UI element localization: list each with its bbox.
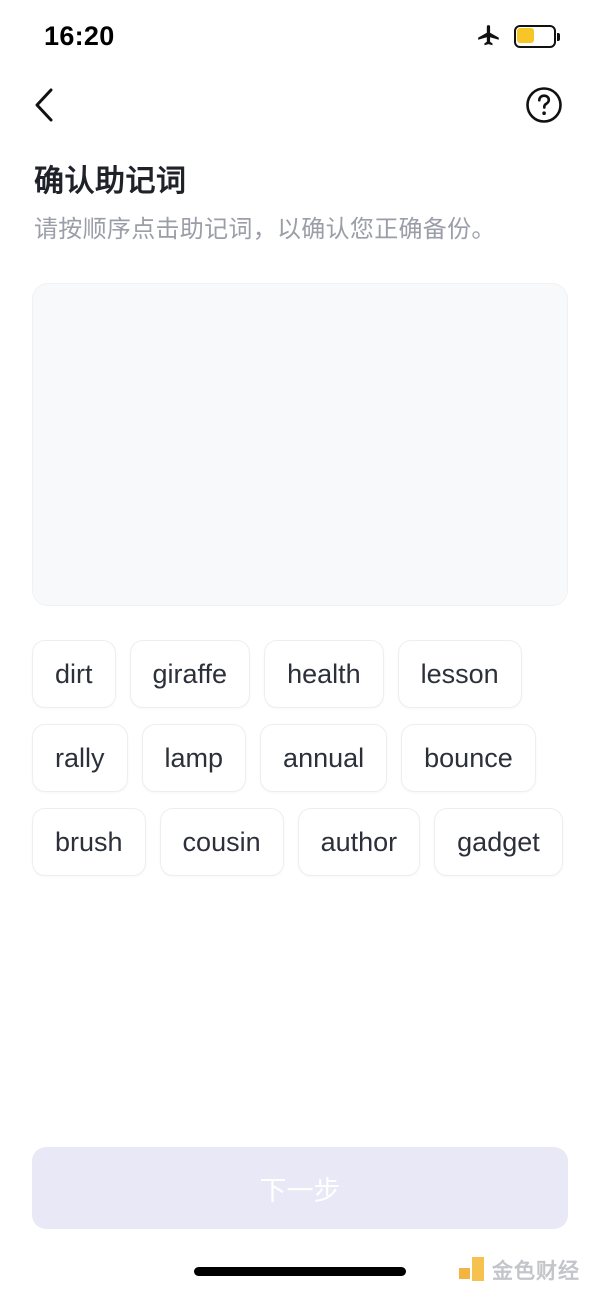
help-button[interactable] bbox=[522, 83, 566, 127]
header-block: 确认助记词 请按顺序点击助记词，以确认您正确备份。 bbox=[0, 138, 600, 245]
watermark-square-small bbox=[459, 1268, 470, 1279]
word-chip[interactable]: dirt bbox=[32, 640, 116, 709]
word-chip[interactable]: giraffe bbox=[129, 640, 251, 709]
status-bar-indicators bbox=[476, 23, 560, 49]
airplane-mode-icon bbox=[478, 25, 499, 46]
word-chip[interactable]: health bbox=[264, 640, 384, 709]
status-bar-time: 16:20 bbox=[44, 20, 115, 51]
word-chip[interactable]: brush bbox=[32, 808, 146, 877]
back-button[interactable] bbox=[22, 83, 66, 127]
word-chip[interactable]: cousin bbox=[159, 808, 284, 877]
word-chip[interactable]: author bbox=[297, 808, 421, 877]
app-screen: 16:20 确认助记词 请按顺序点击助记词，以确认您正确备份。 dirt gir… bbox=[0, 0, 600, 1299]
page-title: 确认助记词 bbox=[34, 165, 187, 198]
chevron-left-icon bbox=[35, 88, 53, 122]
bottom-bar: 金色财经 bbox=[0, 1253, 600, 1299]
word-chip[interactable]: lamp bbox=[141, 724, 247, 793]
word-chip[interactable]: bounce bbox=[401, 724, 536, 793]
watermark-text: 金色财经 bbox=[492, 1260, 580, 1283]
word-chip[interactable]: annual bbox=[260, 724, 388, 793]
page-subtitle: 请按顺序点击助记词，以确认您正确备份。 bbox=[34, 216, 496, 243]
word-chip[interactable]: gadget bbox=[434, 808, 563, 877]
next-button[interactable]: 下一步 bbox=[32, 1147, 568, 1229]
watermark: 金色财经 bbox=[459, 1255, 580, 1285]
status-bar: 16:20 bbox=[0, 0, 600, 72]
home-indicator[interactable] bbox=[194, 1267, 406, 1276]
word-bank: dirt giraffe health lesson rally lamp annual bo… bbox=[32, 640, 568, 877]
question-mark-circle-icon bbox=[526, 87, 562, 123]
watermark-logo-icon bbox=[459, 1257, 485, 1283]
word-chip[interactable]: lesson bbox=[397, 640, 522, 709]
battery-cap bbox=[557, 32, 560, 41]
word-chip[interactable]: rally bbox=[32, 724, 128, 793]
selected-words-area[interactable] bbox=[32, 283, 568, 607]
navigation-bar bbox=[0, 72, 600, 138]
battery-icon bbox=[514, 24, 560, 48]
watermark-square-large bbox=[472, 1257, 484, 1281]
footer: 下一步 bbox=[0, 1147, 600, 1229]
battery-fill bbox=[517, 27, 534, 43]
